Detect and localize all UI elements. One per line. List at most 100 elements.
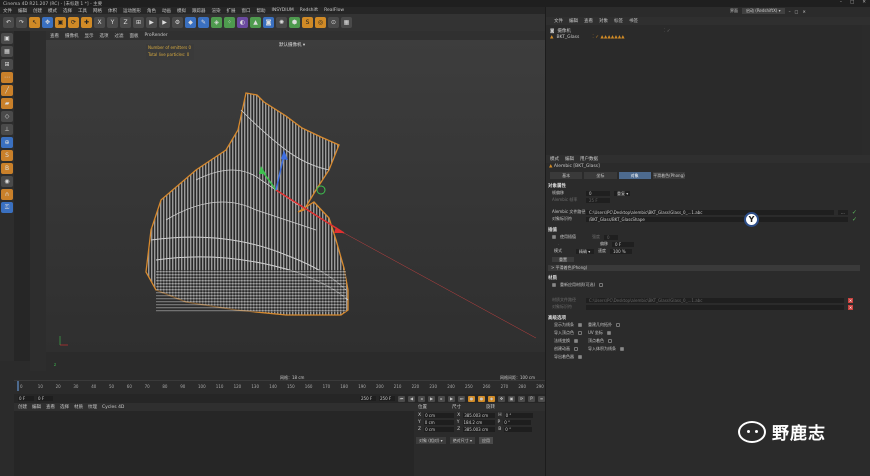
viewport-menu-item[interactable]: 显示 xyxy=(85,33,94,39)
pen-icon[interactable]: ✎ xyxy=(198,17,209,28)
subdivide-icon[interactable]: ◈ xyxy=(211,17,222,28)
timeline-ruler[interactable]: 0 10 20 30 40 50 60 70 80 90 100 110 120 130 140 150 160… xyxy=(14,380,545,394)
material-menu-item[interactable]: 材质 xyxy=(74,404,83,410)
rotation-field[interactable]: 0 ° xyxy=(504,413,533,418)
menu-item[interactable]: 角色 xyxy=(147,8,156,14)
rotation-field[interactable]: 0 ° xyxy=(504,427,533,432)
frame-offset-field[interactable]: 0 xyxy=(586,190,610,196)
next-key-icon[interactable]: ▶ xyxy=(448,395,455,402)
material-menu-item[interactable]: 选择 xyxy=(60,404,69,410)
viewport-menu-item[interactable]: 过滤 xyxy=(115,33,124,39)
light-icon[interactable]: ✺ xyxy=(276,17,287,28)
frame-mode-dropdown[interactable]: 重复 ▾ xyxy=(614,190,630,196)
file-path-field[interactable]: C:\Users\PC\Desktop\alembic\BKT_Glass\Gl… xyxy=(586,209,834,215)
scale-icon[interactable]: ▣ xyxy=(55,17,66,28)
position-field[interactable]: 0 cm xyxy=(423,420,454,425)
attribute-menu-item[interactable]: 编辑 xyxy=(565,156,574,162)
polygons-mode-icon[interactable]: ▰ xyxy=(1,98,13,109)
magnet-icon[interactable]: ∩ xyxy=(1,189,13,200)
tag-icons[interactable]: ⁚ ✓ ▲▲▲▲▲▲▲ xyxy=(592,35,624,40)
menu-item[interactable]: 创建 xyxy=(33,8,42,14)
advanced-option-checkbox[interactable] xyxy=(620,347,624,351)
viewport-menu-item[interactable]: 面板 xyxy=(130,33,139,39)
layout-icon[interactable]: ▦ xyxy=(341,17,352,28)
material-menu-item[interactable]: 创建 xyxy=(18,404,27,410)
advanced-option-checkbox[interactable] xyxy=(578,323,582,327)
timeline-menu-icon[interactable]: ≡ xyxy=(538,395,545,402)
object-menu-item[interactable]: 对象 xyxy=(599,18,608,24)
material-menu-item[interactable]: 查看 xyxy=(46,404,55,410)
apply-button[interactable]: 应用 xyxy=(478,437,493,444)
move-icon[interactable]: ✥ xyxy=(42,17,53,28)
object-menu-item[interactable]: 查看 xyxy=(584,18,593,24)
blend-field[interactable]: 0 F xyxy=(612,241,634,247)
advanced-option-checkbox[interactable] xyxy=(574,339,578,343)
keyframe-icon[interactable]: ◆ xyxy=(488,395,495,402)
phong-section-header[interactable]: > 平滑着色(Phong) xyxy=(548,265,860,271)
sculpt-icon[interactable]: S xyxy=(1,150,13,161)
object-menu-item[interactable]: 编辑 xyxy=(569,18,578,24)
play-icon[interactable]: ▶ xyxy=(428,395,435,402)
snap-icon[interactable]: ⊕ xyxy=(1,137,13,148)
end-frame-field[interactable]: 250 F xyxy=(360,396,376,401)
attribute-tab[interactable]: 基本 xyxy=(550,172,583,179)
model-mode-icon[interactable]: ▣ xyxy=(1,33,13,44)
attribute-menu-item[interactable]: 模式 xyxy=(550,156,559,162)
param-key-icon[interactable]: P xyxy=(528,395,535,402)
reapply-checkbox[interactable] xyxy=(552,283,556,287)
menu-item[interactable]: 帮助 xyxy=(257,8,266,14)
3d-viewport[interactable] xyxy=(46,40,545,352)
workplane-icon[interactable]: ⊞ xyxy=(1,59,13,70)
python-icon[interactable]: ⊙ xyxy=(328,17,339,28)
menu-item[interactable]: 跟踪器 xyxy=(192,8,206,14)
size-mode-dropdown[interactable]: 绝对尺寸 ▾ xyxy=(449,437,475,444)
viewport-menu-item[interactable]: ProRender xyxy=(145,33,168,38)
menu-item[interactable]: 模式 xyxy=(48,8,57,14)
x-axis-icon[interactable]: X xyxy=(94,17,105,28)
redo-icon[interactable]: ↷ xyxy=(16,17,27,28)
attribute-menu-item[interactable]: 用户数据 xyxy=(580,156,598,162)
undo-icon[interactable]: ↶ xyxy=(3,17,14,28)
y-axis-icon[interactable]: Y xyxy=(107,17,118,28)
close-icon[interactable]: ✕ xyxy=(862,0,866,5)
advanced-option-checkbox[interactable] xyxy=(578,331,582,335)
menu-item[interactable]: 扩展 xyxy=(227,8,236,14)
advanced-option-checkbox[interactable] xyxy=(616,323,620,327)
texture-mode-icon[interactable]: ▦ xyxy=(1,46,13,57)
maximize-icon[interactable]: □ xyxy=(850,0,854,5)
tag-icon[interactable]: ⬢ xyxy=(289,17,300,28)
menu-item[interactable]: 工具 xyxy=(78,8,87,14)
object-menu-item[interactable]: 书签 xyxy=(629,18,638,24)
advanced-option-checkbox[interactable] xyxy=(608,339,612,343)
coord-mode-dropdown[interactable]: 对象 (相对) ▾ xyxy=(416,437,446,444)
cube-icon[interactable]: ◆ xyxy=(185,17,196,28)
material-manager[interactable] xyxy=(14,411,414,476)
mode-dropdown[interactable]: 精确 ▾ xyxy=(576,248,594,254)
brush-icon[interactable]: B xyxy=(1,163,13,174)
attribute-tab[interactable]: 对象 xyxy=(618,172,651,179)
render-view-icon[interactable]: ▶ xyxy=(146,17,157,28)
visibility-dots[interactable]: ⁚ ✓ xyxy=(664,29,671,34)
plugin-icon[interactable]: S xyxy=(302,17,313,28)
menu-item[interactable]: 窗口 xyxy=(242,8,251,14)
menu-item[interactable]: 动画 xyxy=(162,8,171,14)
menu-item[interactable]: 编辑 xyxy=(18,8,27,14)
lock-icon[interactable]: ⚿ xyxy=(1,202,13,213)
auto-key-icon[interactable]: ● xyxy=(478,395,485,402)
advanced-option-checkbox[interactable] xyxy=(574,347,578,351)
menu-item[interactable]: 模拟 xyxy=(177,8,186,14)
menu-item[interactable]: 网格 xyxy=(93,8,102,14)
object-row-bkt-glass[interactable]: ▲ BKT_Glass ⁚ ✓ ▲▲▲▲▲▲▲ xyxy=(550,34,625,40)
size-field[interactable]: 184.2 cm xyxy=(462,420,495,425)
material-menu-item[interactable]: Cycles 4D xyxy=(102,405,124,410)
prev-key-icon[interactable]: ◀ xyxy=(408,395,415,402)
camera-icon[interactable]: ◙ xyxy=(263,17,274,28)
pos-key-icon[interactable]: ✥ xyxy=(498,395,505,402)
panel-minimize-icon[interactable]: – xyxy=(789,9,791,14)
coordinate-icon[interactable]: ⊞ xyxy=(133,17,144,28)
menu-item[interactable]: Redshift xyxy=(300,8,318,13)
viewport-menu-item[interactable]: 摄像机 xyxy=(65,33,79,39)
interp-checkbox[interactable] xyxy=(552,235,556,239)
record-icon[interactable]: ● xyxy=(468,395,475,402)
start-frame-field[interactable]: 0 F xyxy=(37,396,53,401)
